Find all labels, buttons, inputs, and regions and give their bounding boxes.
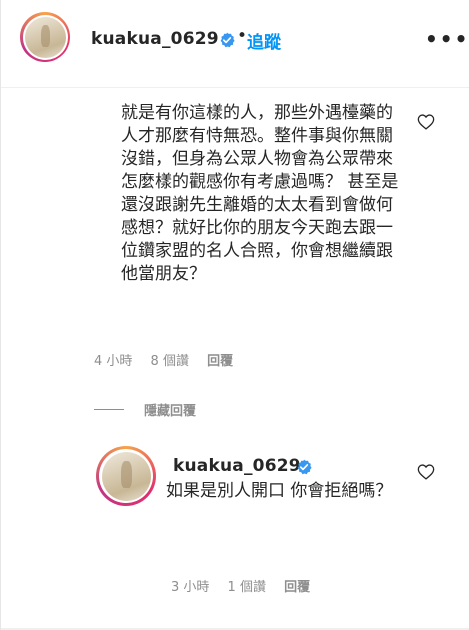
verified-badge-icon — [297, 459, 312, 475]
reply-time: 3 小時 — [171, 580, 210, 595]
instagram-comments-panel: kuakua_0629 • 追蹤 ••• 就是有你這樣的人，那些外遇檯藥的人才那… — [0, 0, 469, 630]
more-options-icon[interactable]: ••• — [425, 27, 469, 51]
reply-author-username[interactable]: kuakua_0629 — [173, 456, 301, 476]
hide-replies-line — [94, 409, 124, 410]
reply-text: 如果是別人開口 你會拒絕嗎？ — [166, 481, 393, 501]
post-author-username[interactable]: kuakua_0629 — [91, 29, 219, 49]
reply-author-avatar[interactable] — [96, 446, 156, 506]
follow-button[interactable]: 追蹤 — [247, 28, 281, 53]
hide-replies-label: 隱藏回覆 — [144, 404, 197, 419]
comment-text: 就是有你這樣的人，那些外遇檯藥的人才那麼有恃無恐。整件事與你無關沒錯，但身為公眾… — [121, 103, 399, 284]
verified-badge-icon — [220, 32, 235, 48]
post-author-avatar[interactable] — [20, 12, 70, 62]
comment-reply-button[interactable]: 回覆 — [207, 354, 233, 369]
comment-meta: 4 小時 8 個讚 回覆 — [94, 350, 247, 369]
header-separator: • — [237, 26, 248, 46]
reply-reply-button[interactable]: 回覆 — [284, 580, 310, 595]
hide-replies-button[interactable]: 隱藏回覆 — [94, 400, 196, 419]
post-header: kuakua_0629 • 追蹤 ••• — [1, 0, 469, 88]
reply-meta: 3 小時 1 個讚 回覆 — [171, 576, 324, 595]
comment-likes[interactable]: 8 個讚 — [151, 354, 189, 369]
like-heart-icon[interactable] — [417, 464, 435, 480]
reply-likes[interactable]: 1 個讚 — [228, 580, 266, 595]
avatar-photo — [24, 16, 66, 58]
like-heart-icon[interactable] — [417, 114, 435, 130]
comment-time: 4 小時 — [94, 354, 133, 369]
avatar-photo — [101, 451, 151, 501]
